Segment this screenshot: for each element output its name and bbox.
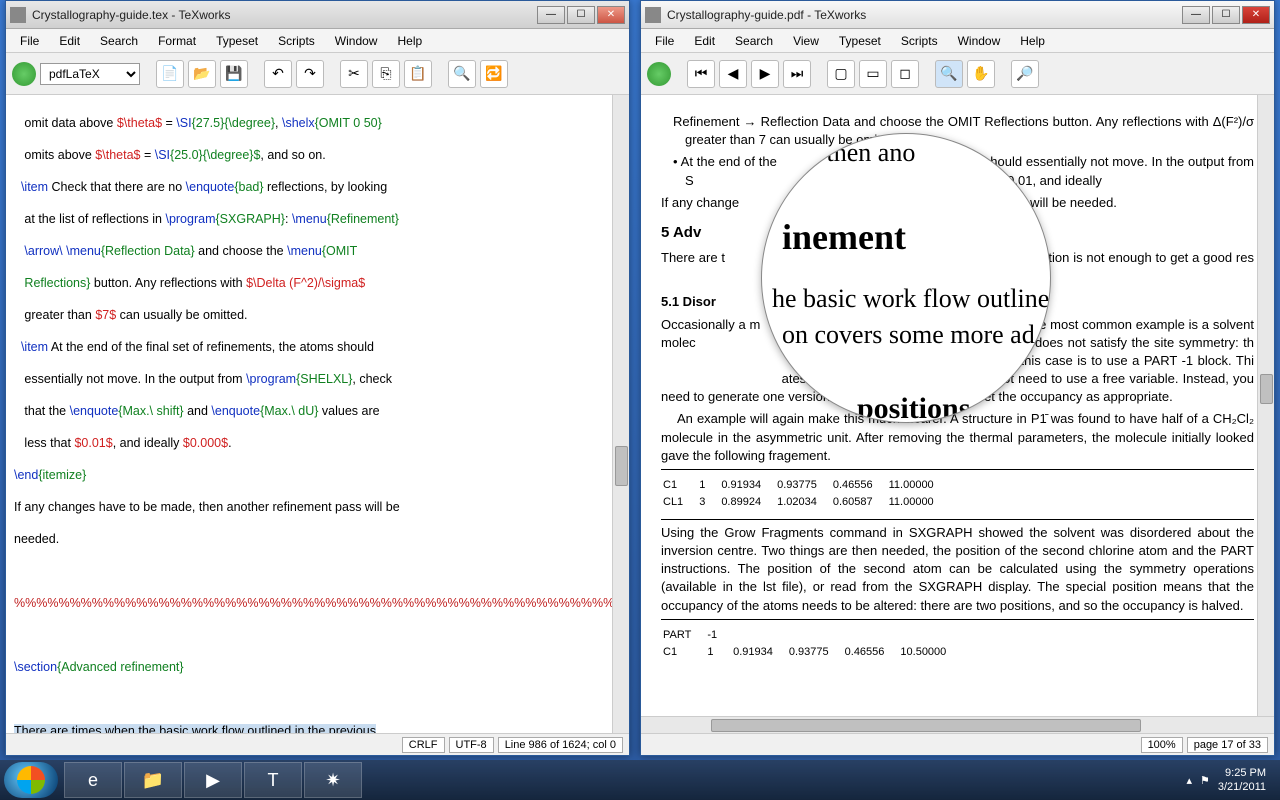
tray-clock[interactable]: 9:25 PM 3/21/2011 [1218, 766, 1266, 794]
pdf-text: Refinement → Reflection Data and choose … [685, 113, 1254, 149]
taskbar-media[interactable]: ▶ [184, 762, 242, 798]
engine-select[interactable]: pdfLaTeX [40, 63, 140, 85]
maximize-button[interactable]: ☐ [567, 6, 595, 24]
fit-page-button[interactable]: ▢ [827, 60, 855, 88]
typeset-button[interactable] [12, 62, 36, 86]
taskbar-texworks[interactable]: T [244, 762, 302, 798]
menu-view[interactable]: View [783, 32, 829, 50]
menu-search[interactable]: Search [725, 32, 783, 50]
save-button[interactable]: 💾 [220, 60, 248, 88]
pdf-text: There are t ious section is not enough t… [661, 249, 1254, 285]
replace-button[interactable]: 🔁 [480, 60, 508, 88]
pdf-preview-window: Crystallography-guide.pdf - TeXworks — ☐… [640, 0, 1275, 756]
start-button[interactable] [4, 762, 58, 798]
menu-scripts[interactable]: Scripts [268, 32, 325, 50]
pdf-table: C110.919340.937750.4655611.00000 CL130.8… [661, 476, 950, 513]
app-icon [10, 7, 26, 23]
new-button[interactable]: 📄 [156, 60, 184, 88]
pdf-view[interactable]: Refinement → Reflection Data and choose … [641, 95, 1274, 716]
pdf-text: An example will again make this much cle… [661, 410, 1254, 465]
statusbar-left: CRLF UTF-8 Line 986 of 1624; col 0 [6, 733, 629, 755]
system-tray[interactable]: ▴ ⚑ 9:25 PM 3/21/2011 [1186, 766, 1276, 794]
tray-flag-icon[interactable]: ⚑ [1200, 774, 1210, 787]
windows-logo-icon [17, 766, 45, 794]
nav-next-button[interactable]: ▶ [751, 60, 779, 88]
taskbar-explorer[interactable]: 📁 [124, 762, 182, 798]
undo-button[interactable]: ↶ [264, 60, 292, 88]
pdf-text: Occasionally a m position. The most comm… [661, 316, 1254, 407]
minimize-button[interactable]: — [537, 6, 565, 24]
titlebar-left[interactable]: Crystallography-guide.tex - TeXworks — ☐… [6, 1, 629, 29]
copy-button[interactable]: ⎘ [372, 60, 400, 88]
pdf-hscroll[interactable] [641, 716, 1274, 733]
typeset-button[interactable] [647, 62, 671, 86]
paste-button[interactable]: 📋 [404, 60, 432, 88]
pdf-text: • At the end of the atoms should essenti… [685, 153, 1254, 189]
cut-button[interactable]: ✂ [340, 60, 368, 88]
actual-size-button[interactable]: ◻ [891, 60, 919, 88]
app-icon [645, 7, 661, 23]
toolbar-left: pdfLaTeX 📄 📂 💾 ↶ ↷ ✂ ⎘ 📋 🔍 🔁 [6, 53, 629, 95]
window-title: Crystallography-guide.tex - TeXworks [32, 8, 537, 22]
menu-scripts[interactable]: Scripts [891, 32, 948, 50]
menu-edit[interactable]: Edit [684, 32, 725, 50]
close-button[interactable]: ✕ [597, 6, 625, 24]
close-button[interactable]: ✕ [1242, 6, 1270, 24]
redo-button[interactable]: ↷ [296, 60, 324, 88]
menubar-right: File Edit Search View Typeset Scripts Wi… [641, 29, 1274, 53]
window-title: Crystallography-guide.pdf - TeXworks [667, 8, 1182, 22]
menu-search[interactable]: Search [90, 32, 148, 50]
status-page[interactable]: page 17 of 33 [1187, 737, 1268, 753]
editor-vscroll[interactable] [612, 95, 629, 733]
tex-editor-window: Crystallography-guide.tex - TeXworks — ☐… [5, 0, 630, 756]
statusbar-right: 100% page 17 of 33 [641, 733, 1274, 755]
pdf-text: Using the Grow Fragments command in SXGR… [661, 524, 1254, 615]
nav-prev-button[interactable]: ◀ [719, 60, 747, 88]
menu-window[interactable]: Window [948, 32, 1011, 50]
menu-help[interactable]: Help [1010, 32, 1055, 50]
status-zoom[interactable]: 100% [1141, 737, 1183, 753]
tray-show-hidden-icon[interactable]: ▴ [1186, 774, 1192, 787]
nav-first-button[interactable]: ⏮ [687, 60, 715, 88]
pdf-table: PART-1 C110.919340.937750.4655610.50000 [661, 626, 962, 663]
menu-help[interactable]: Help [387, 32, 432, 50]
pdf-text: If any change ass will be needed. [661, 194, 1254, 212]
taskbar-app[interactable]: ✷ [304, 762, 362, 798]
pdf-heading: 5 Adv [661, 222, 1254, 243]
taskbar-ie[interactable]: e [64, 762, 122, 798]
minimize-button[interactable]: — [1182, 6, 1210, 24]
open-button[interactable]: 📂 [188, 60, 216, 88]
menu-format[interactable]: Format [148, 32, 206, 50]
titlebar-right[interactable]: Crystallography-guide.pdf - TeXworks — ☐… [641, 1, 1274, 29]
status-encoding[interactable]: UTF-8 [449, 737, 494, 753]
status-crlf[interactable]: CRLF [402, 737, 445, 753]
pdf-page: Refinement → Reflection Data and choose … [641, 95, 1274, 683]
magnify-tool-button[interactable]: 🔍 [935, 60, 963, 88]
source-editor[interactable]: omit data above $\theta$ = \SI{27.5}{\de… [6, 95, 629, 733]
maximize-button[interactable]: ☐ [1212, 6, 1240, 24]
menu-typeset[interactable]: Typeset [829, 32, 891, 50]
pdf-subheading: 5.1 Disor [661, 293, 1254, 311]
find-button[interactable]: 🔎 [1011, 60, 1039, 88]
fit-width-button[interactable]: ▭ [859, 60, 887, 88]
menu-edit[interactable]: Edit [49, 32, 90, 50]
toolbar-right: ⏮ ◀ ▶ ⏭ ▢ ▭ ◻ 🔍 ✋ 🔎 [641, 53, 1274, 95]
find-button[interactable]: 🔍 [448, 60, 476, 88]
menu-file[interactable]: File [645, 32, 684, 50]
pan-tool-button[interactable]: ✋ [967, 60, 995, 88]
nav-last-button[interactable]: ⏭ [783, 60, 811, 88]
menubar-left: File Edit Search Format Typeset Scripts … [6, 29, 629, 53]
menu-typeset[interactable]: Typeset [206, 32, 268, 50]
menu-window[interactable]: Window [325, 32, 388, 50]
pdf-vscroll[interactable] [1257, 95, 1274, 716]
taskbar: e 📁 ▶ T ✷ ▴ ⚑ 9:25 PM 3/21/2011 [0, 760, 1280, 800]
status-position: Line 986 of 1624; col 0 [498, 737, 623, 753]
menu-file[interactable]: File [10, 32, 49, 50]
